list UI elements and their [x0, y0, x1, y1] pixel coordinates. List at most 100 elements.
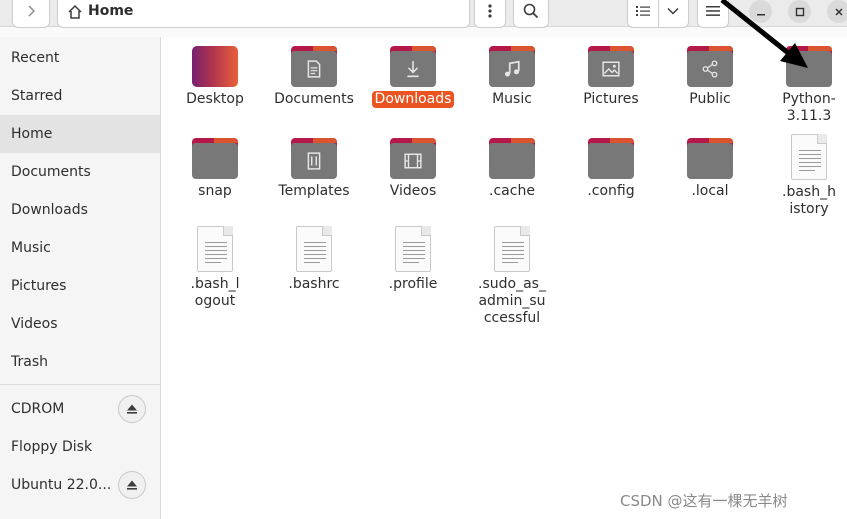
sidebar-item-label: CDROM [11, 401, 65, 417]
text-file-icon [395, 226, 431, 272]
sidebar-item-label: Recent [11, 50, 60, 66]
sidebar-item-recent[interactable]: Recent [0, 39, 160, 77]
file-item-music[interactable]: Music [464, 46, 560, 108]
text-file-icon [494, 226, 530, 272]
file-name: .local [691, 183, 729, 199]
file-name: .bash_history [782, 184, 836, 217]
file-name: .bashrc [288, 276, 340, 292]
public-folder-icon [687, 46, 733, 87]
list-view-button[interactable] [628, 0, 658, 27]
sidebar-item-label: Ubuntu 22.0... [11, 477, 112, 493]
main-menu-button[interactable] [697, 0, 729, 28]
file-item-cache[interactable]: .cache [464, 138, 560, 200]
chevron-right-icon [28, 5, 35, 17]
file-name: Videos [389, 183, 437, 199]
eject-cdrom-button[interactable] [118, 395, 146, 423]
vertical-dots-icon [488, 4, 492, 18]
music-folder-icon [489, 46, 535, 87]
text-file-icon [791, 134, 827, 180]
file-item-videos[interactable]: Videos [365, 138, 461, 200]
file-name: .sudo_as_admin_successful [478, 276, 546, 326]
file-item-bash-logout[interactable]: .bash_logout [167, 226, 263, 310]
sidebar-item-pictures[interactable]: Pictures [0, 267, 160, 305]
file-item-public[interactable]: Public [662, 46, 758, 108]
sidebar-item-downloads[interactable]: Downloads [0, 191, 160, 229]
file-name: Documents [274, 91, 354, 107]
file-item-templates[interactable]: Templates [266, 138, 362, 200]
close-icon [834, 7, 843, 16]
sidebar: Recent Starred Home Documents Downloads … [0, 37, 161, 519]
eject-icon [127, 404, 137, 414]
view-options-group [627, 0, 689, 28]
file-name: .profile [388, 276, 438, 292]
file-name: .cache [489, 183, 535, 199]
minimize-button[interactable] [749, 0, 772, 23]
sidebar-item-label: Home [11, 126, 53, 142]
hamburger-icon [706, 6, 720, 16]
file-item-bash-history[interactable]: .bash_history [761, 134, 847, 218]
sidebar-item-label: Videos [11, 316, 58, 332]
sidebar-item-music[interactable]: Music [0, 229, 160, 267]
sidebar-device-floppy[interactable]: Floppy Disk [0, 428, 160, 466]
list-view-icon [635, 6, 650, 16]
watermark: CSDN @这有一棵无羊树 [620, 492, 788, 510]
file-item-desktop[interactable]: Desktop [167, 46, 263, 108]
file-item-sudo-as-admin[interactable]: .sudo_as_admin_successful [464, 226, 560, 327]
folder-icon [687, 138, 733, 179]
file-item-snap[interactable]: snap [167, 138, 263, 200]
file-item-local[interactable]: .local [662, 138, 758, 200]
sidebar-separator [0, 384, 160, 385]
header-bar: Home [0, 0, 847, 28]
eject-ubuntu-button[interactable] [118, 471, 146, 499]
desktop-folder-icon [192, 46, 238, 87]
eject-icon [127, 480, 137, 490]
file-name: Pictures [583, 91, 639, 107]
chevron-down-icon [667, 7, 679, 15]
file-name: Python-3.11.3 [782, 91, 836, 124]
search-button[interactable] [513, 0, 549, 28]
sidebar-item-label: Trash [11, 354, 48, 370]
sidebar-item-home[interactable]: Home [0, 115, 160, 153]
home-icon [68, 4, 82, 19]
file-name: .bash_logout [190, 276, 240, 309]
file-item-python[interactable]: Python-3.11.3 [761, 46, 847, 125]
file-item-profile[interactable]: .profile [365, 226, 461, 293]
sidebar-item-label: Starred [11, 88, 63, 104]
maximize-button[interactable] [788, 0, 811, 23]
file-name: snap [198, 183, 232, 199]
path-menu-button[interactable] [474, 0, 506, 28]
videos-folder-icon [390, 138, 436, 179]
view-options-dropdown[interactable] [657, 0, 689, 27]
sidebar-item-label: Music [11, 240, 51, 256]
file-item-bashrc[interactable]: .bashrc [266, 226, 362, 293]
file-item-documents[interactable]: Documents [266, 46, 362, 108]
forward-button[interactable] [12, 0, 50, 28]
maximize-icon [795, 7, 804, 16]
pictures-folder-icon [588, 46, 634, 87]
folder-icon [786, 46, 832, 87]
file-name: Desktop [186, 91, 244, 107]
path-home-label[interactable]: Home [88, 3, 133, 19]
file-item-pictures[interactable]: Pictures [563, 46, 659, 108]
text-file-icon [296, 226, 332, 272]
file-name: Templates [278, 183, 350, 199]
sidebar-item-label: Floppy Disk [11, 439, 93, 455]
minimize-icon [756, 13, 765, 15]
file-item-downloads[interactable]: Downloads [365, 46, 461, 108]
sidebar-item-trash[interactable]: Trash [0, 343, 160, 381]
path-bar[interactable]: Home [57, 0, 470, 28]
sidebar-item-starred[interactable]: Starred [0, 77, 160, 115]
file-item-config[interactable]: .config [563, 138, 659, 200]
sidebar-item-documents[interactable]: Documents [0, 153, 160, 191]
sidebar-item-label: Documents [11, 164, 91, 180]
folder-icon [588, 138, 634, 179]
close-button[interactable] [827, 0, 847, 23]
sidebar-item-videos[interactable]: Videos [0, 305, 160, 343]
file-name: .config [587, 183, 635, 199]
file-view: Desktop Documents Downloads Music Pictur… [161, 37, 847, 519]
sidebar-item-label: Downloads [11, 202, 88, 218]
file-name-selected: Downloads [371, 91, 455, 108]
templates-folder-icon [291, 138, 337, 179]
documents-folder-icon [291, 46, 337, 87]
search-icon [523, 3, 539, 19]
